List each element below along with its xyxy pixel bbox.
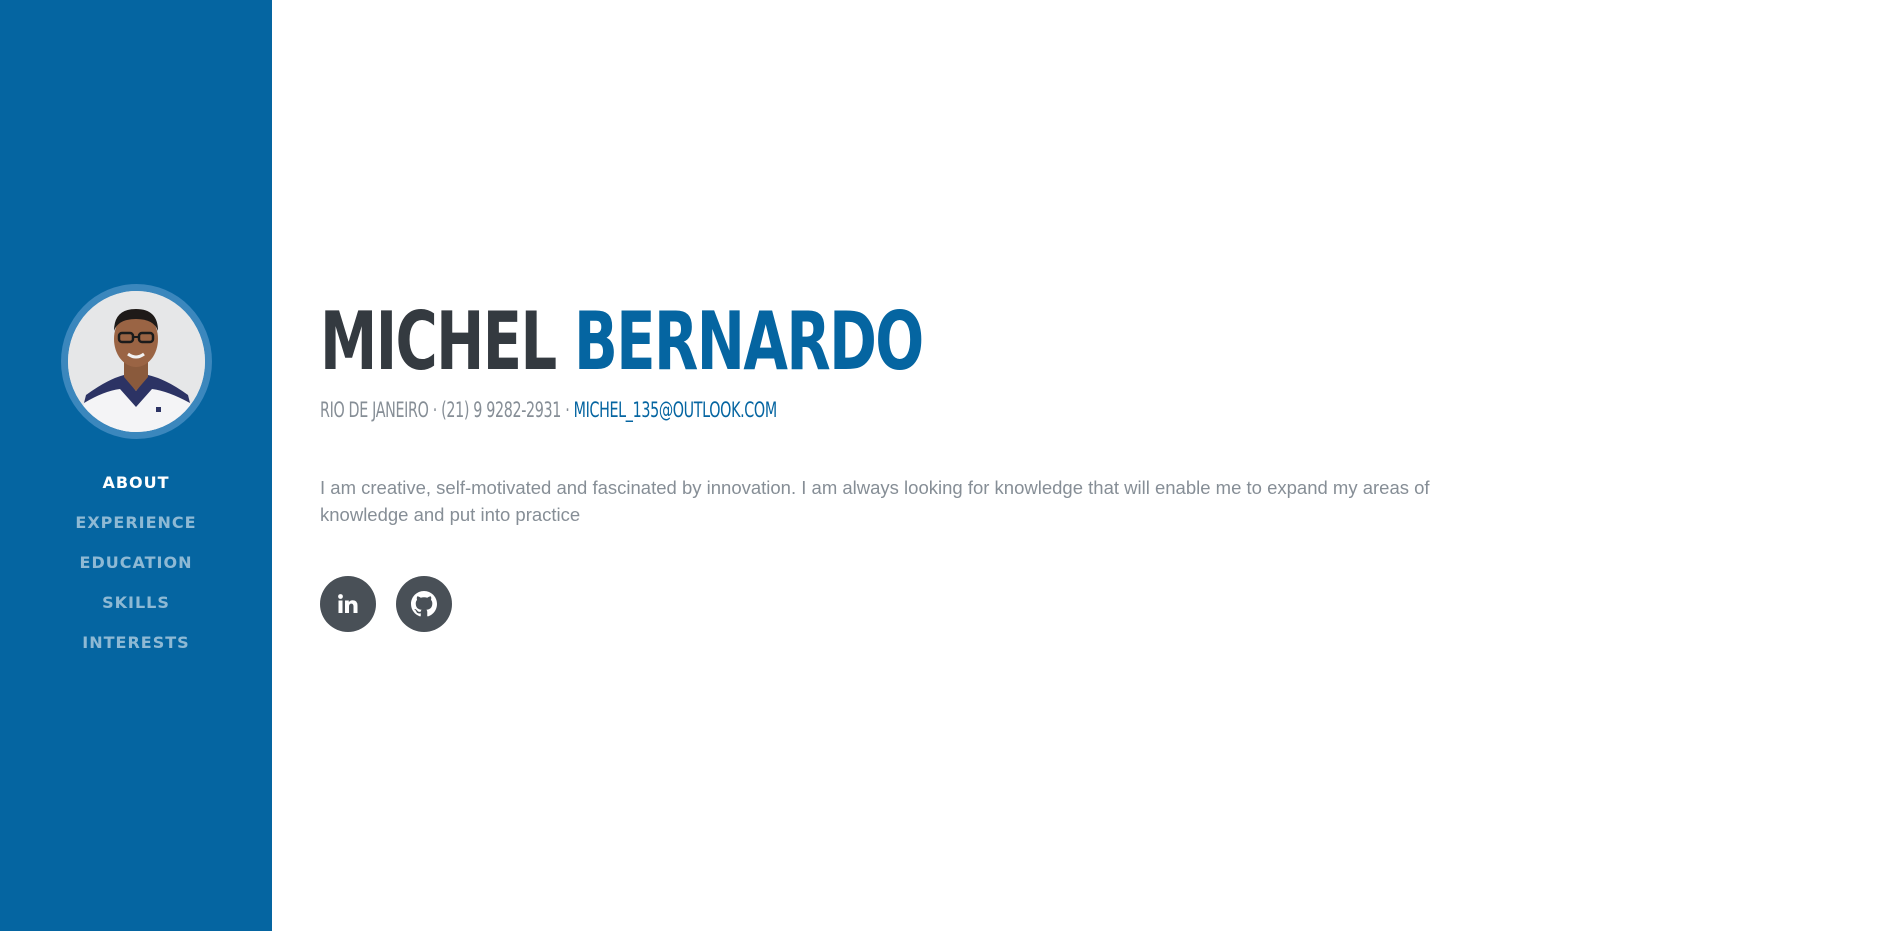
sidebar: About Experience Education Skills Intere… <box>0 0 272 931</box>
sidebar-nav: About Experience Education Skills Intere… <box>75 463 196 663</box>
bio-text: I am creative, self-motivated and fascin… <box>320 477 1430 525</box>
nav-item-about[interactable]: About <box>75 463 196 503</box>
first-name: MICHEL <box>320 295 557 388</box>
contact-info: RIO DE JANEIRO · (21) 9 9282-2931 · MICH… <box>320 396 777 424</box>
social-icons <box>320 576 452 632</box>
nav-item-skills[interactable]: Skills <box>75 583 196 623</box>
page-title: MICHEL BERNARDO <box>320 295 924 388</box>
nav-item-interests[interactable]: Interests <box>75 623 196 663</box>
profile-avatar[interactable] <box>60 284 212 439</box>
location-text: RIO DE JANEIRO <box>320 398 429 422</box>
phone-text: (21) 9 9282-2931 <box>441 398 562 422</box>
nav-item-experience[interactable]: Experience <box>75 503 196 543</box>
separator: · <box>561 398 574 422</box>
separator: · <box>428 398 442 422</box>
email-link[interactable]: MICHEL_135@OUTLOOK.COM <box>574 398 778 422</box>
profile-photo <box>67 291 205 432</box>
last-name: BERNARDO <box>574 295 924 388</box>
github-button[interactable] <box>396 576 452 632</box>
linkedin-button[interactable] <box>320 576 376 632</box>
github-icon <box>411 591 437 617</box>
linkedin-icon <box>338 594 358 613</box>
nav-item-education[interactable]: Education <box>75 543 196 583</box>
